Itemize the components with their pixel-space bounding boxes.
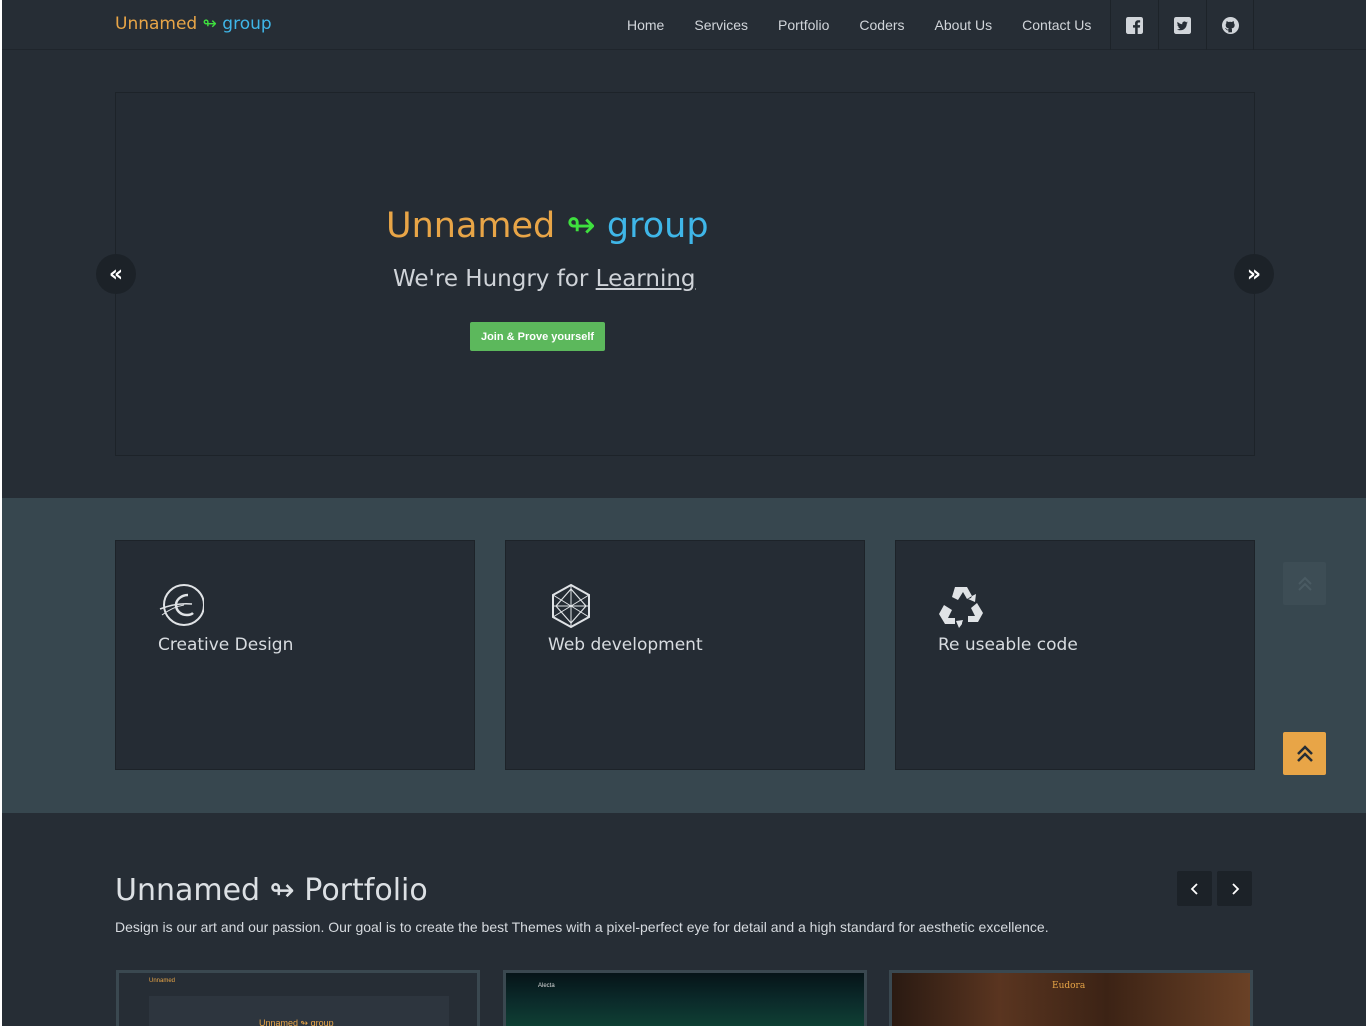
nav-links: Home Services Portfolio Coders About Us … [612,0,1106,50]
portfolio-prev-button[interactable] [1177,871,1212,906]
double-chevron-up-icon [1296,744,1313,762]
double-chevron-up-icon [1297,576,1312,591]
web-development-icon [552,583,590,629]
hero-title: Unnamed ↬ group [386,206,709,246]
service-card-reusable-code[interactable]: Re useable code [895,540,1255,770]
hero-subtitle-text: We're Hungry for [393,266,596,292]
thumb-caption: Eudora [1052,981,1086,991]
page-frame-left [0,0,2,1026]
chevron-left-icon [1190,882,1198,895]
twitter-icon [1174,16,1191,34]
social-links [1110,0,1254,50]
service-label: Re useable code [938,635,1078,655]
service-label: Web development [548,635,703,655]
brand-arrow-icon: ↬ [202,14,217,34]
portfolio-next-button[interactable] [1217,871,1252,906]
service-label: Creative Design [158,635,294,655]
portfolio-thumb[interactable]: Unnamed Unnamed ↬ group [116,970,480,1026]
nav-portfolio[interactable]: Portfolio [763,0,844,50]
hero-subtitle-underlined: Learning [595,266,696,292]
thumb-mini-brand: Unnamed [149,978,176,984]
nav-home[interactable]: Home [612,0,679,50]
join-button[interactable]: Join & Prove yourself [470,322,605,351]
scroll-to-top-button[interactable] [1283,732,1326,775]
twitter-button[interactable] [1158,0,1206,50]
brand-logo[interactable]: Unnamed ↬ group [115,14,272,34]
chevron-right-icon [1231,882,1239,895]
portfolio-title: Unnamed ↬ Portfolio [115,873,428,908]
portfolio-description: Design is our art and our passion. Our g… [115,919,1049,935]
creative-design-icon [159,584,204,626]
recycle-icon [939,587,983,628]
nav-about-us[interactable]: About Us [920,0,1008,50]
github-button[interactable] [1206,0,1254,50]
thumb-caption-word: Unnamed ↬ group [259,1018,334,1026]
thumb-caption: Alecta [538,983,555,989]
ghost-scroll-indicator [1283,562,1326,605]
hero-subtitle: We're Hungry for Learning [393,266,696,292]
brand-word-2: group [222,14,272,34]
nav-services[interactable]: Services [679,0,763,50]
service-card-web-development[interactable]: Web development [505,540,865,770]
brand-word-1: Unnamed [115,14,198,34]
facebook-icon [1126,16,1143,34]
hero-title-word-2: group [606,206,709,246]
thumb-caption: Unnamed ↬ group [259,1018,334,1026]
carousel-next-button[interactable]: » [1234,254,1274,294]
hero-arrow-icon: ↬ [566,206,596,246]
navbar: Unnamed ↬ group Home Services Portfolio … [0,0,1368,50]
github-icon [1221,16,1239,34]
nav-contact-us[interactable]: Contact Us [1007,0,1106,50]
portfolio-thumb[interactable]: Alecta [503,970,867,1026]
carousel-prev-button[interactable]: « [96,254,136,294]
portfolio-thumb[interactable]: Eudora [889,970,1253,1026]
nav-coders[interactable]: Coders [844,0,919,50]
facebook-button[interactable] [1110,0,1158,50]
hero-title-word-1: Unnamed [386,206,556,246]
service-card-creative-design[interactable]: Creative Design [115,540,475,770]
